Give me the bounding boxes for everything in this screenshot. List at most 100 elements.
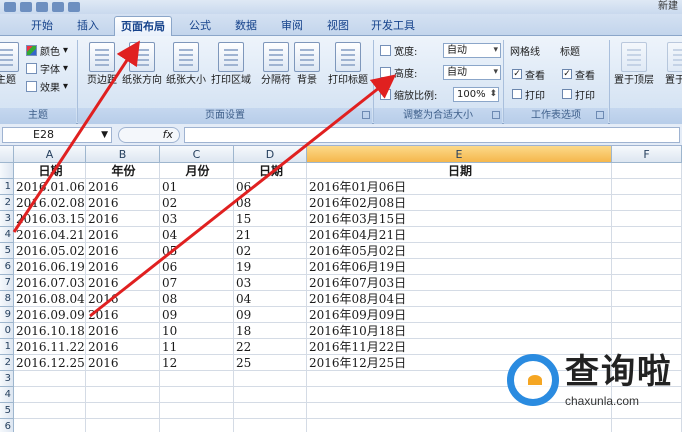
table-cell[interactable]: 2016年06月19日 [307, 259, 612, 275]
tab-developer[interactable]: 开发工具 [364, 16, 422, 36]
row-header[interactable]: 1 [0, 339, 14, 355]
table-cell[interactable]: 2016 [86, 339, 160, 355]
table-cell[interactable]: 2016年02月08日 [307, 195, 612, 211]
column-header-e[interactable]: E [307, 146, 612, 163]
row-header[interactable]: 1 [0, 179, 14, 195]
table-cell[interactable]: 06 [234, 179, 307, 195]
table-cell[interactable]: 2016.08.04 [14, 291, 86, 307]
table-cell[interactable]: 2016 [86, 195, 160, 211]
size-button[interactable]: 纸张大小 [164, 42, 208, 106]
table-cell[interactable]: 2016.09.09 [14, 307, 86, 323]
header-cell[interactable]: 日期 [234, 163, 307, 179]
zoom-spinner[interactable]: 100% [453, 86, 499, 102]
row-header[interactable] [0, 163, 14, 179]
table-cell[interactable]: 2016.11.22 [14, 339, 86, 355]
table-cell[interactable] [612, 179, 682, 195]
table-cell[interactable]: 2016 [86, 227, 160, 243]
table-cell[interactable]: 2016.01.06 [14, 179, 86, 195]
table-cell[interactable]: 09 [234, 307, 307, 323]
table-cell[interactable] [612, 243, 682, 259]
table-cell[interactable]: 2016 [86, 323, 160, 339]
row-header[interactable]: 5 [0, 403, 14, 419]
empty-cell[interactable] [86, 419, 160, 432]
table-cell[interactable] [612, 259, 682, 275]
print-titles-button[interactable]: 打印标题 [326, 42, 370, 106]
table-cell[interactable]: 04 [234, 291, 307, 307]
empty-cell[interactable] [234, 387, 307, 403]
table-cell[interactable]: 12 [160, 355, 234, 371]
header-cell[interactable]: 年份 [86, 163, 160, 179]
table-cell[interactable]: 2016.04.21 [14, 227, 86, 243]
table-cell[interactable]: 06 [160, 259, 234, 275]
table-cell[interactable]: 2016 [86, 259, 160, 275]
table-cell[interactable]: 15 [234, 211, 307, 227]
table-cell[interactable]: 2016年10月18日 [307, 323, 612, 339]
row-header[interactable]: 4 [0, 227, 14, 243]
column-header-d[interactable]: D [234, 146, 307, 163]
scale-launcher-icon[interactable] [492, 111, 500, 119]
table-cell[interactable]: 07 [160, 275, 234, 291]
header-cell[interactable]: 日期 [307, 163, 612, 179]
row-header[interactable]: 8 [0, 291, 14, 307]
table-cell[interactable]: 22 [234, 339, 307, 355]
table-cell[interactable] [612, 275, 682, 291]
table-cell[interactable] [612, 195, 682, 211]
row-header[interactable]: 0 [0, 323, 14, 339]
table-cell[interactable]: 2016.07.03 [14, 275, 86, 291]
send-to-back-button[interactable]: 置于底 [658, 42, 682, 106]
select-all-corner[interactable] [0, 146, 14, 163]
tab-data[interactable]: 数据 [226, 16, 266, 36]
checkbox-checked[interactable]: ✓ [512, 69, 522, 79]
table-cell[interactable]: 09 [160, 307, 234, 323]
table-cell[interactable]: 04 [160, 227, 234, 243]
row-header[interactable]: 2 [0, 195, 14, 211]
table-cell[interactable]: 08 [160, 291, 234, 307]
empty-cell[interactable] [86, 403, 160, 419]
table-cell[interactable]: 2016 [86, 307, 160, 323]
table-cell[interactable]: 10 [160, 323, 234, 339]
page-setup-launcher-icon[interactable] [362, 111, 370, 119]
table-cell[interactable]: 2016 [86, 211, 160, 227]
themes-button[interactable]: 主题 [0, 42, 20, 106]
column-header-a[interactable]: A [14, 146, 86, 163]
table-cell[interactable]: 2016 [86, 179, 160, 195]
empty-cell[interactable] [160, 371, 234, 387]
save-icon[interactable] [20, 2, 32, 12]
tab-page-layout[interactable]: 页面布局 [114, 16, 172, 36]
table-cell[interactable]: 2016年05月02日 [307, 243, 612, 259]
column-header-b[interactable]: B [86, 146, 160, 163]
theme-effects-button[interactable]: 效果 ▾ [26, 78, 68, 94]
table-cell[interactable]: 2016年01月06日 [307, 179, 612, 195]
table-cell[interactable]: 2016.12.25 [14, 355, 86, 371]
table-cell[interactable]: 01 [160, 179, 234, 195]
orientation-button[interactable]: 纸张方向 [120, 42, 164, 106]
background-button[interactable]: 背景 [290, 42, 324, 106]
checkbox-unchecked[interactable] [512, 89, 522, 99]
row-header[interactable]: 6 [0, 419, 14, 432]
empty-cell[interactable] [86, 371, 160, 387]
table-cell[interactable]: 08 [234, 195, 307, 211]
table-cell[interactable]: 03 [160, 211, 234, 227]
empty-cell[interactable] [14, 403, 86, 419]
tab-formulas[interactable]: 公式 [180, 16, 220, 36]
table-cell[interactable]: 2016年09月09日 [307, 307, 612, 323]
print-area-button[interactable]: 打印区域 [209, 42, 253, 106]
table-cell[interactable]: 03 [234, 275, 307, 291]
theme-colors-button[interactable]: 颜色 ▾ [26, 42, 68, 58]
checkbox-unchecked[interactable] [562, 89, 572, 99]
table-cell[interactable] [612, 291, 682, 307]
table-cell[interactable]: 05 [160, 243, 234, 259]
table-cell[interactable]: 2016 [86, 355, 160, 371]
print-preview-icon[interactable] [68, 2, 80, 12]
header-cell[interactable] [612, 163, 682, 179]
column-header-c[interactable]: C [160, 146, 234, 163]
table-cell[interactable] [612, 211, 682, 227]
table-cell[interactable]: 2016.06.19 [14, 259, 86, 275]
table-cell[interactable]: 2016.05.02 [14, 243, 86, 259]
table-cell[interactable] [612, 323, 682, 339]
table-cell[interactable]: 2016年04月21日 [307, 227, 612, 243]
office-button-icon[interactable] [4, 2, 16, 12]
row-header[interactable]: 3 [0, 371, 14, 387]
empty-cell[interactable] [160, 387, 234, 403]
header-cell[interactable]: 月份 [160, 163, 234, 179]
